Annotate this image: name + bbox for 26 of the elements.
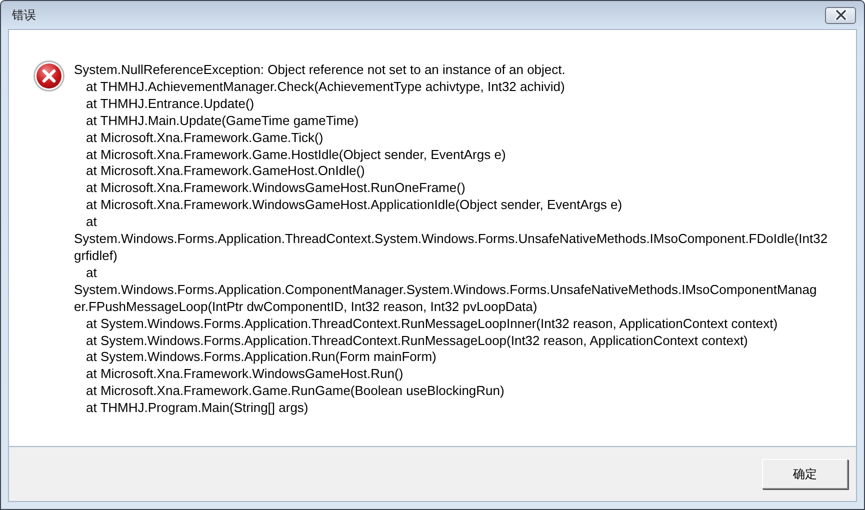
message-line: at Microsoft.Xna.Framework.GameHost.OnIdle() [85,163,365,180]
message-line: at THMHJ.Main.Update(GameTime gameTime) [85,112,359,130]
message-line: grfidlef) [74,248,118,265]
message-line: at System.Windows.Forms.Application.ThreadContext.RunMessageLoopInner(Int32 reason, ApplicationContext context) [85,316,778,332]
message-line: at Microsoft.Xna.Framework.WindowsGameHost.RunOneFrame() [85,180,466,198]
ok-button[interactable]: 确定 [762,459,848,489]
message-line: at Microsoft.Xna.Framework.Game.RunGame(Boolean useBlockingRun) [85,383,504,400]
close-button[interactable] [825,6,856,24]
message-line: at THMHJ.Program.Main(String[] args) [85,400,308,418]
message-line: at Microsoft.Xna.Framework.WindowsGameHost.Run() [85,366,404,384]
message-line: System.Windows.Forms.Application.ThreadContext.System.Windows.Forms.UnsafeNativeMethods.IMsoComponent.FDoIdle(Int32 [74,231,828,248]
message-line: at Microsoft.Xna.Framework.Game.Tick() [85,130,324,147]
window-title: 错误 [11,6,36,24]
message-line: at [85,264,97,282]
message-line: at THMHJ.AchievementManager.Check(AchievementType achivtype, Int32 achivid) [85,78,565,96]
message-line: at Microsoft.Xna.Framework.WindowsGameHost.ApplicationIdle(Object sender, EventArgs e) [85,197,622,214]
close-icon [834,10,848,20]
message-line: System.Windows.Forms.Application.ComponentManager.System.Windows.Forms.UnsafeNativeMethods.IMsoComponentManag [74,282,817,299]
error-icon [33,60,65,92]
message-line: at Microsoft.Xna.Framework.Game.HostIdle(Object sender, EventArgs e) [85,146,506,164]
message-line: er.FPushMessageLoop(IntPtr dwComponentID, Int32 reason, Int32 pvLoopData) [74,298,538,316]
message-line: at THMHJ.Entrance.Update() [85,96,254,113]
message-line: at System.Windows.Forms.Application.ThreadContext.RunMessageLoop(Int32 reason, ApplicationContext context) [85,332,748,350]
message-line: at [85,214,97,232]
message-line: System.NullReferenceException: Object reference not set to an instance of an object. [74,62,566,79]
message-line: at System.Windows.Forms.Application.Run(Form mainForm) [85,349,436,366]
